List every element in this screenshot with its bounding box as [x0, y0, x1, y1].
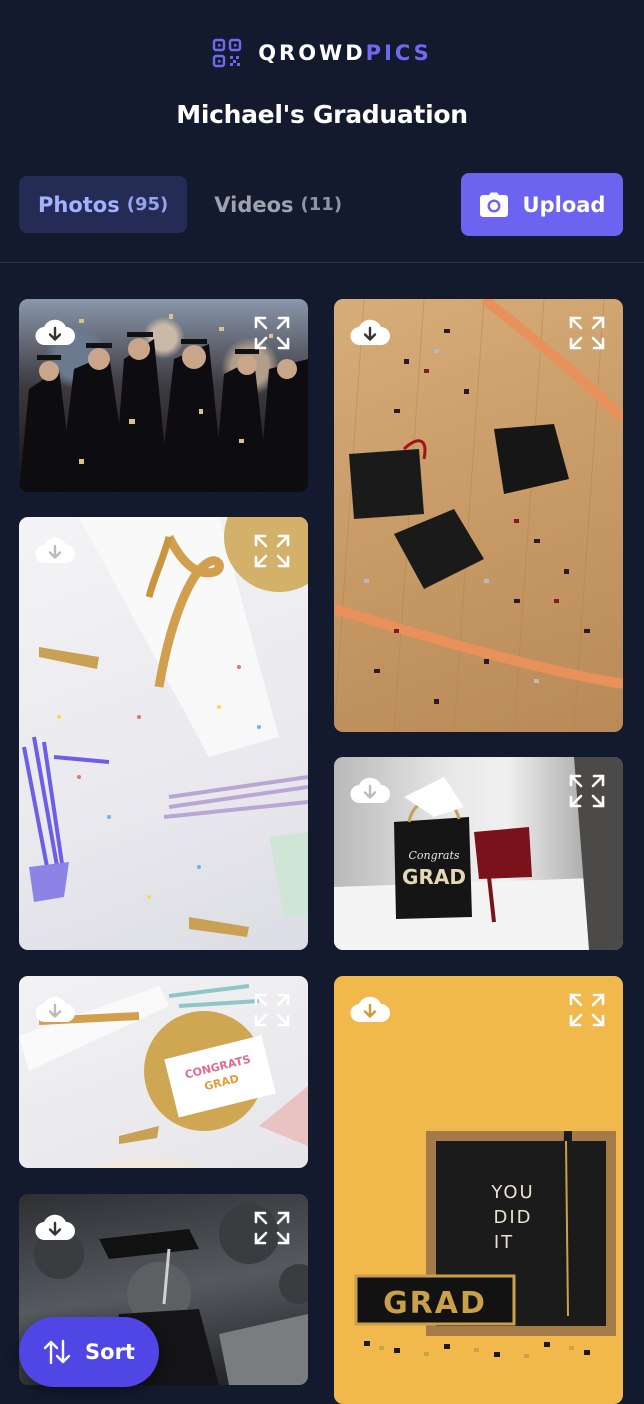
- photo-card[interactable]: Congrats GRAD: [334, 757, 623, 950]
- cloud-download-icon[interactable]: [35, 315, 75, 351]
- photo-letterboard: YOU DID IT GRAD: [354, 1131, 616, 1358]
- sort-button[interactable]: Sort: [19, 1317, 159, 1387]
- cloud-download-icon[interactable]: [35, 533, 75, 569]
- qr-code-icon: [212, 38, 242, 68]
- cloud-download-icon[interactable]: [350, 315, 390, 351]
- header-divider: [0, 262, 644, 263]
- cloud-download-icon[interactable]: [350, 773, 390, 809]
- camera-icon: [479, 192, 508, 217]
- brand-name: QROWDPICS: [258, 41, 432, 65]
- tab-photos[interactable]: Photos (95): [19, 176, 188, 233]
- brand-header: QROWDPICS: [0, 36, 644, 70]
- upload-button[interactable]: Upload: [461, 173, 623, 236]
- tab-photos-count: (95): [126, 194, 169, 215]
- grad-banner-text: GRAD: [383, 1286, 487, 1321]
- event-title: Michael's Graduation: [176, 100, 468, 129]
- expand-icon[interactable]: [567, 773, 607, 809]
- photo-card[interactable]: [19, 299, 308, 492]
- letterboard-line2: DID: [493, 1207, 532, 1228]
- expand-icon[interactable]: [567, 992, 607, 1028]
- tab-videos-count: (11): [300, 194, 343, 215]
- photo-diploma-ribbon: [22, 517, 308, 937]
- tab-videos-label: Videos: [214, 192, 294, 217]
- letterboard-line1: YOU: [490, 1182, 534, 1203]
- brand-name-part1: QROWD: [258, 41, 366, 65]
- letterboard-line3: IT: [494, 1232, 514, 1253]
- expand-icon[interactable]: [252, 533, 292, 569]
- brand-name-part2: PICS: [365, 41, 432, 65]
- expand-icon[interactable]: [252, 1210, 292, 1246]
- tab-photos-label: Photos: [38, 192, 120, 217]
- sort-label: Sort: [85, 1340, 135, 1364]
- upload-label: Upload: [522, 192, 606, 217]
- expand-icon[interactable]: [252, 315, 292, 351]
- gift-bag-text-line2: GRAD: [402, 865, 466, 889]
- cloud-download-icon[interactable]: [35, 1210, 75, 1246]
- photo-card[interactable]: [334, 299, 623, 732]
- gift-bag-text-line1: Congrats: [408, 849, 459, 862]
- cloud-download-icon[interactable]: [350, 992, 390, 1028]
- media-tabs: Photos (95) Videos (11): [19, 176, 361, 233]
- sort-arrows-icon: [43, 1339, 71, 1365]
- tab-videos[interactable]: Videos (11): [195, 176, 361, 233]
- photo-caps-on-floor: [334, 299, 623, 732]
- cloud-download-icon[interactable]: [35, 992, 75, 1028]
- photo-card[interactable]: YOU DID IT GRAD: [334, 976, 623, 1404]
- expand-icon[interactable]: [567, 315, 607, 351]
- photo-card[interactable]: [19, 517, 308, 950]
- expand-icon[interactable]: [252, 992, 292, 1028]
- photo-card[interactable]: CONGRATS GRAD: [19, 976, 308, 1168]
